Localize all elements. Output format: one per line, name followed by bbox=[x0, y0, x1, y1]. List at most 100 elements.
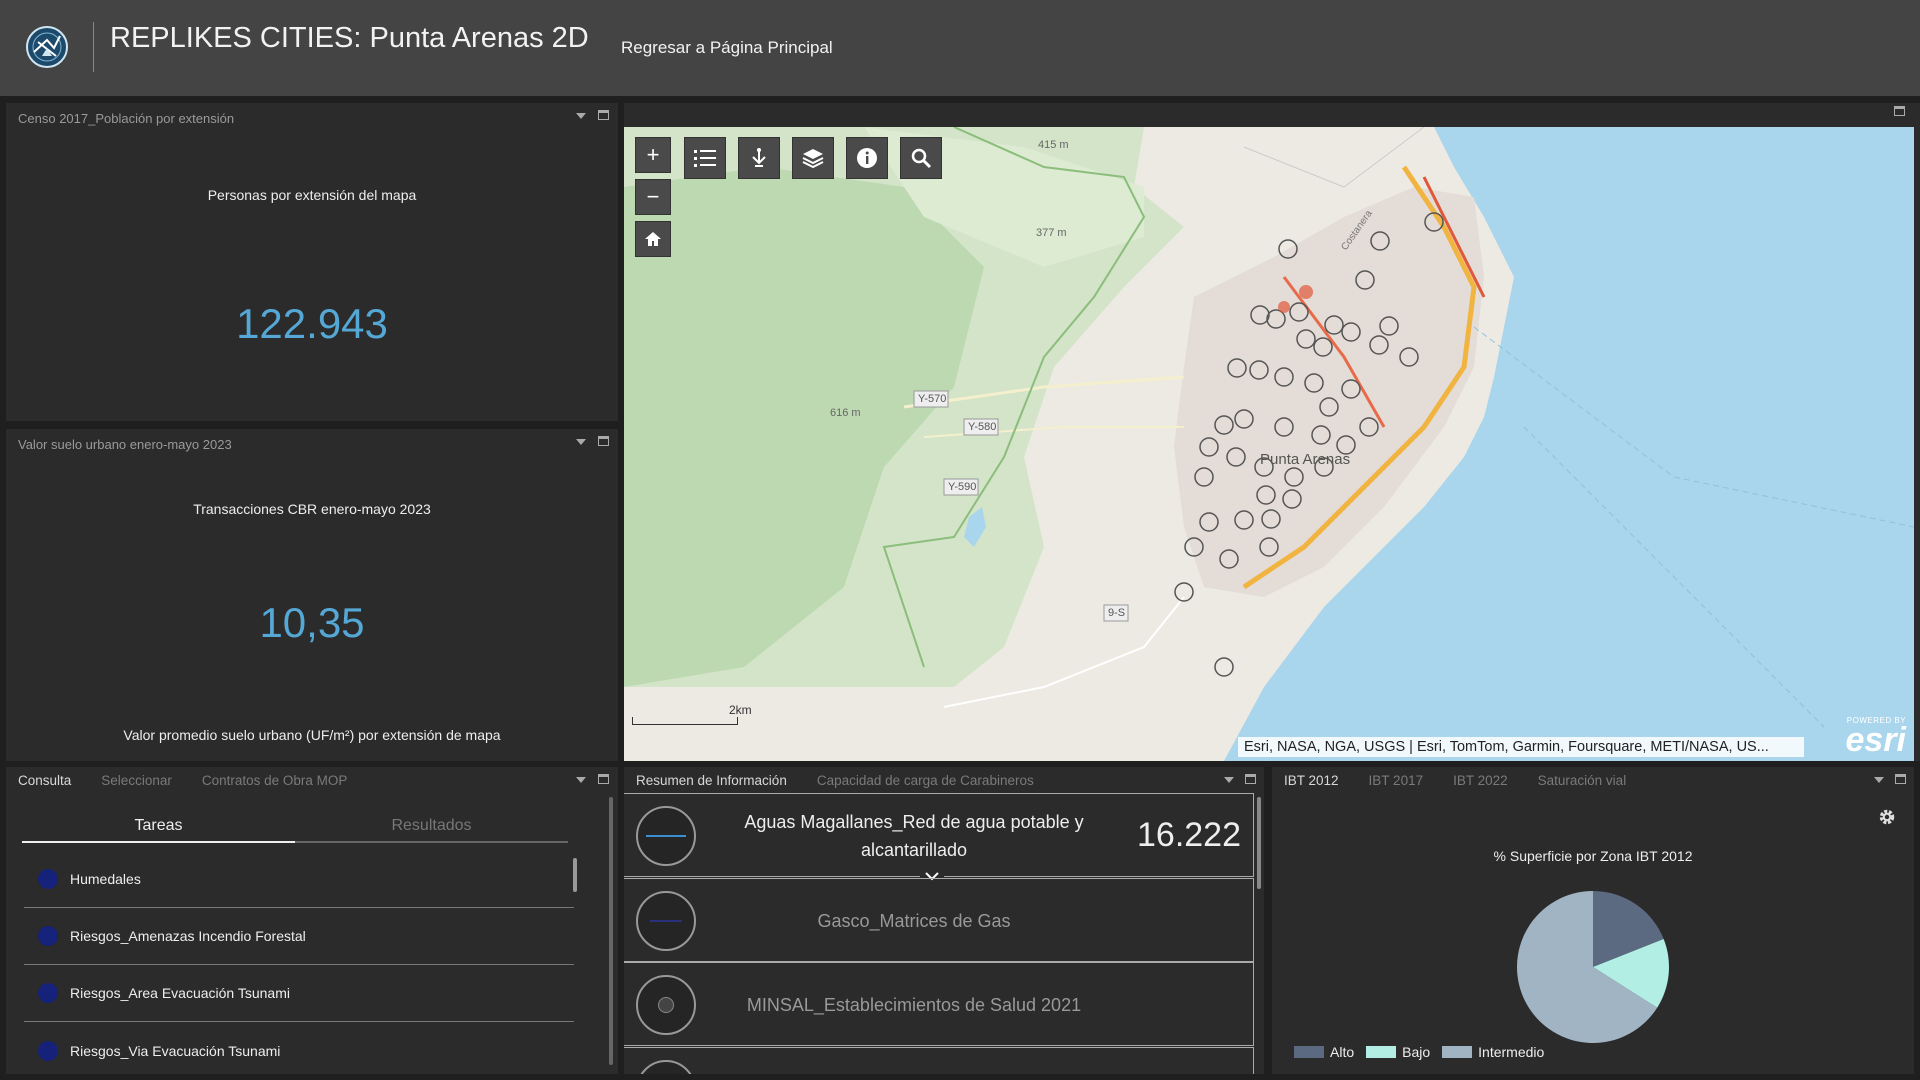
summary-row-name: Aguas Magallanes_Red de agua potable y a… bbox=[744, 812, 1084, 860]
summary-row[interactable]: Aguas Magallanes_Red de agua potable y a… bbox=[624, 793, 1254, 884]
layer-dot-icon bbox=[38, 1040, 58, 1061]
list-icon bbox=[694, 150, 716, 167]
home-icon bbox=[645, 232, 661, 246]
summary-row-name: MINSAL_Establecimientos de Salud 2021 bbox=[746, 995, 1082, 1015]
map-label-road: Y-570 bbox=[918, 393, 947, 405]
about-button[interactable] bbox=[846, 137, 888, 179]
layer-dot-icon bbox=[38, 869, 58, 889]
scale-label: 2km bbox=[729, 703, 752, 717]
consulta-tabs: Consulta Seleccionar Contratos de Obra M… bbox=[18, 773, 377, 788]
task-list: Humedales Riesgos_Amenazas Incendio Fore… bbox=[24, 851, 574, 1079]
tab-consulta[interactable]: Consulta bbox=[18, 773, 71, 788]
summary-row-value: 16.222 bbox=[1137, 816, 1241, 854]
legend-button[interactable] bbox=[684, 137, 726, 179]
zoom-in-button[interactable]: + bbox=[635, 137, 671, 173]
layers-button[interactable] bbox=[792, 137, 834, 179]
maximize-icon[interactable] bbox=[598, 774, 609, 784]
tab-ibt-2022[interactable]: IBT 2022 bbox=[1453, 773, 1508, 788]
resumen-panel: Resumen de Información Capacidad de carg… bbox=[624, 767, 1264, 1074]
chart-title: % Superficie por Zona IBT 2012 bbox=[1493, 848, 1693, 864]
resumen-tabs: Resumen de Información Capacidad de carg… bbox=[636, 773, 1064, 788]
collapse-caret-icon[interactable] bbox=[576, 113, 586, 119]
map-label-road: 9-S bbox=[1108, 607, 1126, 619]
list-item[interactable]: Riesgos_Via Evacuación Tsunami bbox=[24, 1022, 574, 1079]
map-label-road: Y-590 bbox=[948, 481, 977, 493]
search-icon bbox=[911, 148, 932, 169]
tab-ibt-2012[interactable]: IBT 2012 bbox=[1284, 773, 1339, 788]
maximize-icon[interactable] bbox=[1245, 774, 1256, 784]
legend-swatch bbox=[1366, 1046, 1397, 1058]
tab-ibt-2017[interactable]: IBT 2017 bbox=[1369, 773, 1424, 788]
summary-scrollbar[interactable] bbox=[1257, 797, 1261, 889]
map-label-road: Y-580 bbox=[968, 421, 997, 433]
subtab-resultados[interactable]: Resultados bbox=[295, 813, 568, 841]
task-label: Riesgos_Via Evacuación Tsunami bbox=[70, 1042, 281, 1059]
map-label-elevation: 616 m bbox=[830, 407, 861, 419]
app-logo-icon bbox=[24, 22, 70, 72]
list-item[interactable]: Riesgos_Area Evacuación Tsunami bbox=[24, 965, 574, 1022]
maximize-icon[interactable] bbox=[598, 436, 609, 446]
maximize-icon[interactable] bbox=[1895, 774, 1906, 784]
collapse-caret-icon[interactable] bbox=[576, 439, 586, 445]
legend-swatch bbox=[1294, 1046, 1324, 1058]
legend-label: Intermedio bbox=[1478, 1044, 1545, 1060]
tab-saturacion-vial[interactable]: Saturación vial bbox=[1538, 773, 1627, 788]
esri-wordmark: esri bbox=[1845, 721, 1907, 759]
censo-panel: Censo 2017_Población por extensión Perso… bbox=[6, 103, 618, 421]
tab-resumen[interactable]: Resumen de Información bbox=[636, 773, 787, 788]
map-panel: 415 m 377 m 616 m Y-570 Y-580 Y-590 9-S … bbox=[624, 103, 1920, 761]
summary-row[interactable] bbox=[624, 1047, 1254, 1074]
task-label: Riesgos_Amenazas Incendio Forestal bbox=[70, 928, 306, 944]
layers-icon bbox=[802, 149, 824, 169]
info-icon bbox=[857, 148, 877, 168]
suelo-indicator-value: 10,35 bbox=[259, 599, 365, 646]
task-label: Riesgos_Area Evacuación Tsunami bbox=[70, 985, 290, 1001]
esri-logo[interactable]: POWERED BY esri bbox=[1845, 716, 1907, 759]
censo-indicator-label: Personas por extensión del mapa bbox=[207, 187, 417, 203]
censo-panel-title: Censo 2017_Población por extensión bbox=[18, 111, 235, 126]
map-label-elevation: 377 m bbox=[1036, 227, 1067, 239]
task-list-scrollbar[interactable] bbox=[573, 858, 577, 892]
suelo-panel-title: Valor suelo urbano enero-mayo 2023 bbox=[18, 437, 232, 452]
collapse-caret-icon[interactable] bbox=[1874, 777, 1884, 783]
ibt-tabs: IBT 2012 IBT 2017 IBT 2022 Saturación vi… bbox=[1284, 773, 1656, 788]
consulta-panel: Consulta Seleccionar Contratos de Obra M… bbox=[6, 767, 618, 1074]
draw-tool-button[interactable] bbox=[738, 137, 780, 179]
summary-row[interactable]: Gasco_Matrices de Gas bbox=[624, 878, 1254, 962]
list-item[interactable]: Humedales bbox=[24, 851, 574, 908]
map-attribution[interactable]: Esri, NASA, NGA, USGS | Esri, TomTom, Ga… bbox=[1238, 737, 1804, 757]
list-item[interactable]: Riesgos_Amenazas Incendio Forestal bbox=[24, 908, 574, 965]
legend-item-intermedio[interactable]: Intermedio bbox=[1442, 1044, 1544, 1060]
collapse-caret-icon[interactable] bbox=[1224, 777, 1234, 783]
map-view[interactable]: 415 m 377 m 616 m Y-570 Y-580 Y-590 9-S … bbox=[624, 127, 1914, 761]
map-label-elevation: 415 m bbox=[1038, 139, 1069, 151]
tab-carabineros[interactable]: Capacidad de carga de Carabineros bbox=[817, 773, 1034, 788]
collapse-caret-icon[interactable] bbox=[576, 777, 586, 783]
tab-seleccionar[interactable]: Seleccionar bbox=[101, 773, 172, 788]
legend-item-bajo[interactable]: Bajo bbox=[1366, 1044, 1430, 1060]
suelo-indicator-footer: Valor promedio suelo urbano (UF/m²) por … bbox=[123, 727, 501, 743]
censo-indicator-value: 122.943 bbox=[236, 300, 388, 347]
suelo-indicator-label: Transacciones CBR enero-mayo 2023 bbox=[193, 501, 431, 517]
home-page-link[interactable]: Regresar a Página Principal bbox=[621, 38, 833, 58]
home-extent-button[interactable] bbox=[635, 221, 671, 257]
maximize-icon[interactable] bbox=[1894, 106, 1905, 116]
gear-icon[interactable] bbox=[1878, 808, 1896, 826]
draw-tool-icon bbox=[752, 148, 766, 167]
water-network-icon bbox=[636, 806, 696, 866]
legend-item-alto[interactable]: Alto bbox=[1294, 1044, 1354, 1060]
summary-row-name: Gasco_Matrices de Gas bbox=[817, 911, 1011, 931]
subtab-tareas[interactable]: Tareas bbox=[22, 813, 295, 843]
app-title: REPLIKES CITIES: Punta Arenas 2D bbox=[110, 22, 589, 54]
maximize-icon[interactable] bbox=[598, 110, 609, 120]
chart-legend: Alto Bajo Intermedio bbox=[1294, 1044, 1544, 1060]
legend-swatch bbox=[1442, 1046, 1473, 1058]
search-button[interactable] bbox=[900, 137, 942, 179]
pie-chart[interactable] bbox=[1513, 887, 1673, 1047]
legend-label: Bajo bbox=[1402, 1044, 1431, 1060]
tab-contratos[interactable]: Contratos de Obra MOP bbox=[202, 773, 348, 788]
legend-label: Alto bbox=[1330, 1044, 1355, 1060]
summary-row[interactable]: MINSAL_Establecimientos de Salud 2021 bbox=[624, 962, 1254, 1046]
panel-scrollbar[interactable] bbox=[609, 797, 613, 1065]
zoom-out-button[interactable]: − bbox=[635, 179, 671, 215]
